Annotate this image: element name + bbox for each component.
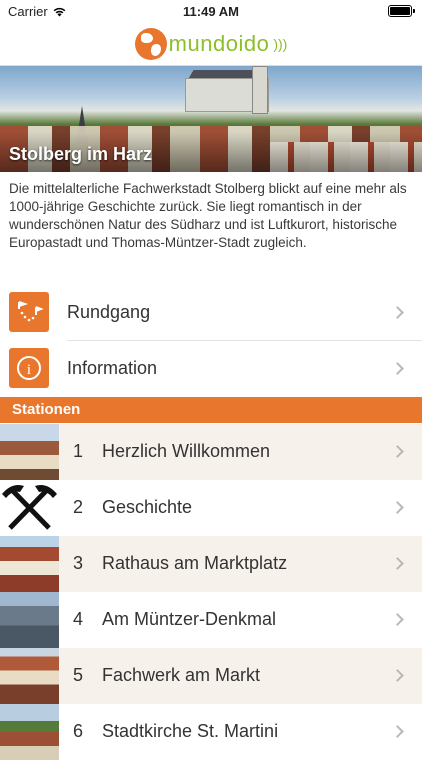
station-number: 3: [73, 553, 84, 573]
globe-icon: [134, 27, 167, 60]
station-number: 1: [73, 441, 84, 461]
station-label: Fachwerk am Markt: [102, 665, 261, 685]
chevron-right-icon: [391, 305, 404, 319]
menu-item-rundgang[interactable]: Rundgang: [0, 284, 422, 340]
station-number: 6: [73, 721, 84, 741]
station-row[interactable]: 1 Herzlich Willkommen: [0, 424, 422, 480]
clock: 11:49 AM: [183, 4, 239, 19]
chevron-right-icon: [391, 669, 404, 682]
battery-icon: [388, 5, 415, 17]
chevron-right-icon: [391, 613, 404, 626]
station-row[interactable]: 6 Stadtkirche St. Martini: [0, 704, 422, 760]
section-header-stationen: Stationen: [0, 397, 422, 423]
chevron-right-icon: [391, 445, 404, 458]
chevron-right-icon: [391, 361, 404, 375]
station-thumbnail: [0, 648, 59, 704]
chevron-right-icon: [391, 557, 404, 570]
station-number: 2: [73, 497, 84, 517]
station-row[interactable]: 2 Geschichte: [0, 480, 422, 536]
station-thumbnail: [0, 424, 59, 480]
hero-title: Stolberg im Harz: [9, 144, 153, 164]
station-number: 4: [73, 609, 84, 629]
chevron-right-icon: [391, 501, 404, 514]
app-logo: mundoido ))): [134, 27, 288, 60]
station-label: Rathaus am Marktplatz: [102, 553, 288, 573]
brand-name: mundoido: [168, 30, 270, 56]
nav-bar: mundoido ))): [0, 22, 422, 66]
hammer-and-pick-icon: [0, 480, 59, 536]
info-icon: i: [9, 348, 49, 388]
station-label: Geschichte: [102, 497, 193, 517]
station-thumbnail: [0, 592, 59, 648]
station-label: Stadtkirche St. Martini: [102, 721, 279, 741]
sound-waves-icon: ))): [273, 35, 288, 52]
svg-text:i: i: [27, 362, 31, 378]
menu-label-rundgang: Rundgang: [67, 301, 151, 322]
station-label: Herzlich Willkommen: [102, 441, 271, 461]
station-row[interactable]: 4 Am Müntzer-Denkmal: [0, 592, 422, 648]
castle-tower: [252, 66, 268, 114]
station-label: Am Müntzer-Denkmal: [102, 609, 277, 629]
route-map-icon: [9, 292, 49, 332]
chevron-right-icon: [391, 725, 404, 738]
menu-label-information: Information: [67, 357, 158, 378]
station-number: 5: [73, 665, 84, 685]
station-thumbnail: [0, 704, 59, 760]
town-description: Die mittelalterliche Fachwerkstadt Stolb…: [9, 181, 407, 250]
station-row[interactable]: 5 Fachwerk am Markt: [0, 648, 422, 704]
station-row[interactable]: 3 Rathaus am Marktplatz: [0, 536, 422, 592]
station-thumbnail: [0, 536, 59, 592]
hero-banner: Stolberg im Harz: [0, 66, 422, 172]
status-bar: Carrier 11:49 AM: [0, 0, 422, 22]
menu-item-information[interactable]: i Information: [0, 340, 422, 396]
